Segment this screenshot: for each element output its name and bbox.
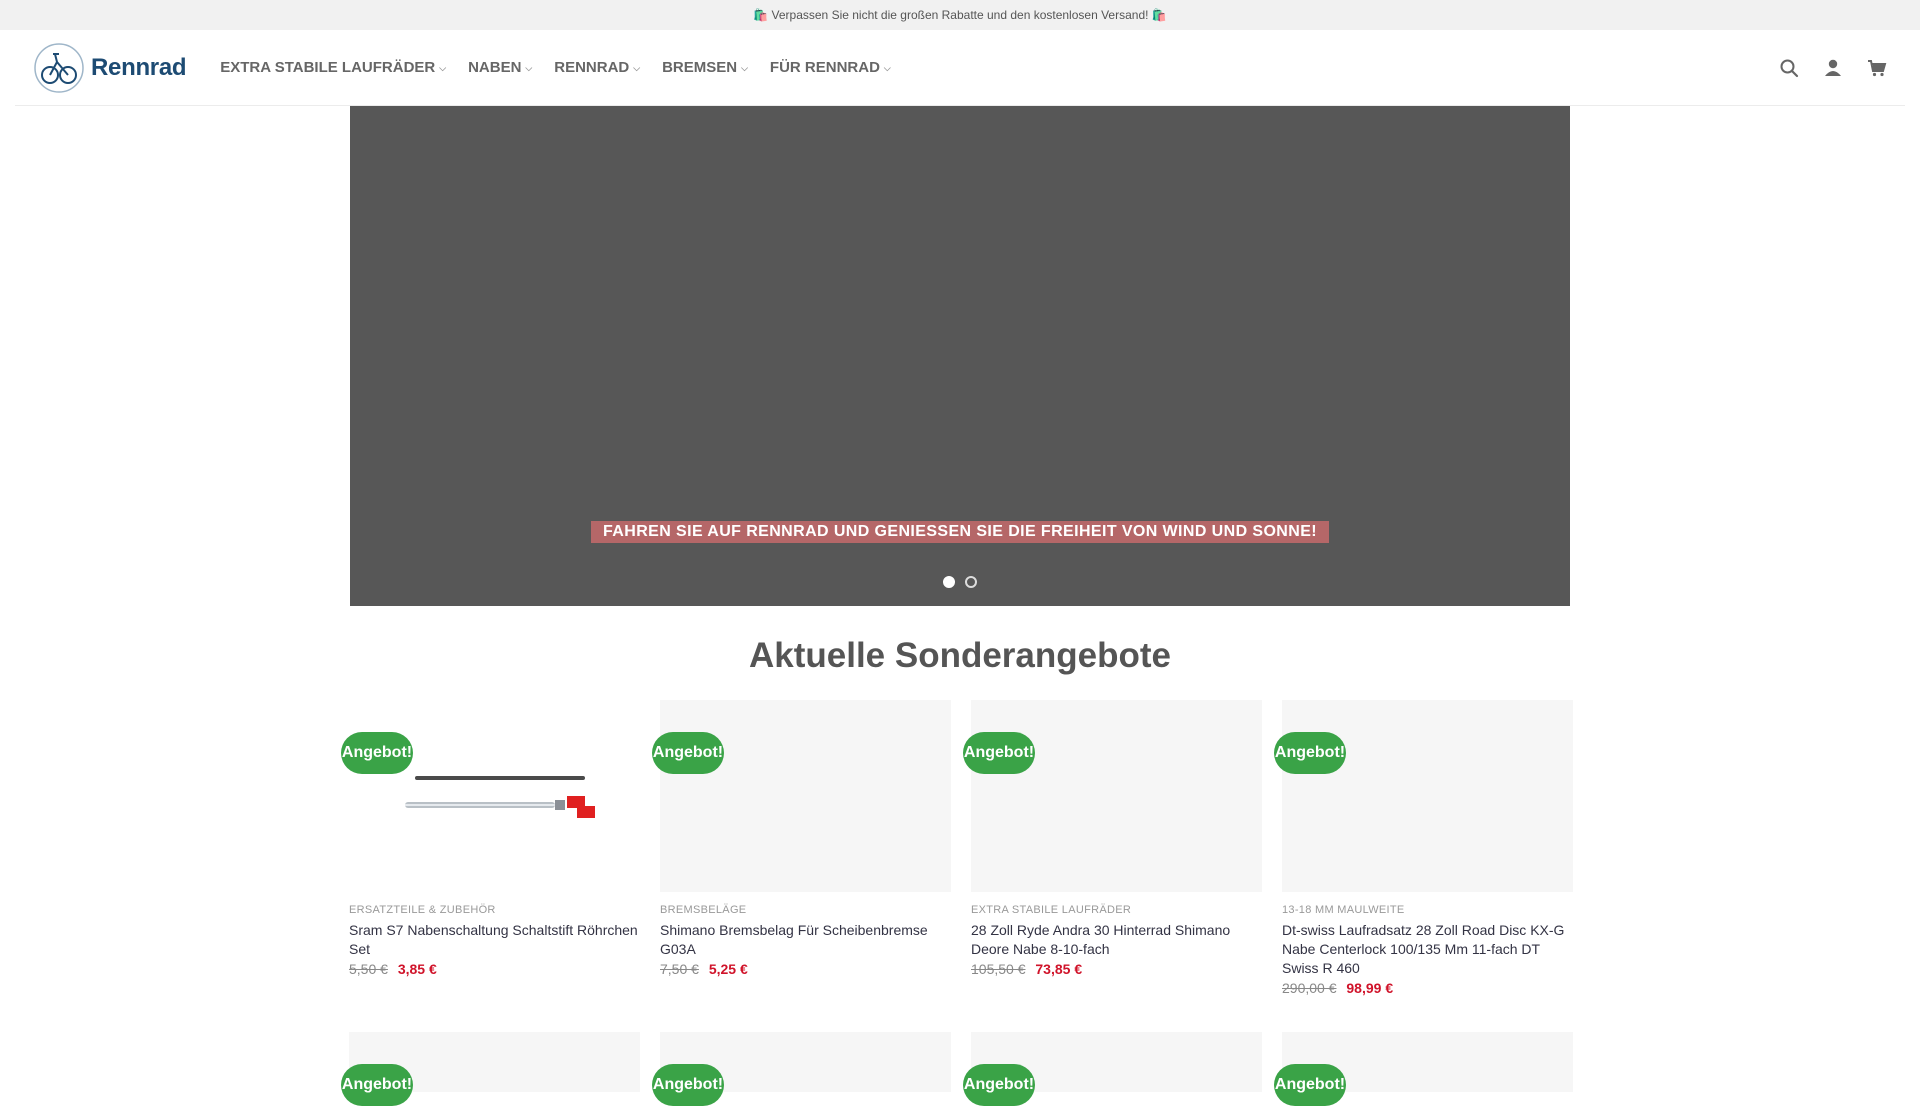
chevron-down-icon: ⌵	[741, 63, 748, 73]
product-image[interactable]	[971, 700, 1262, 892]
product-name[interactable]: Shimano Bremsbelag Für Scheibenbremse G0…	[660, 921, 951, 959]
main-nav: EXTRA STABILE LAUFRÄDER ⌵ NABEN ⌵ RENNRA…	[220, 59, 891, 76]
chevron-down-icon: ⌵	[525, 63, 533, 73]
logo-icon	[34, 42, 84, 93]
sale-badge: Angebot!	[652, 1064, 724, 1106]
product-card[interactable]: Angebot!	[341, 1032, 640, 1106]
nav-item-bremsen[interactable]: BREMSEN ⌵	[662, 59, 748, 76]
product-prices: 105,50 € 73,85 €	[971, 961, 1262, 977]
product-card[interactable]: Angebot!	[963, 1032, 1262, 1106]
product-grid: Angebot! ERSATZTEILE & ZUBEHÖR Sram S7 N…	[341, 700, 1573, 996]
slider-dot-1[interactable]	[943, 576, 955, 588]
site-header: Rennrad EXTRA STABILE LAUFRÄDER ⌵ NABEN …	[15, 30, 1905, 106]
old-price: 7,50 €	[660, 961, 699, 977]
product-category[interactable]: EXTRA STABILE LAUFRÄDER	[971, 904, 1262, 916]
product-image[interactable]	[660, 700, 951, 892]
product-prices: 7,50 € 5,25 €	[660, 961, 951, 977]
nav-item-fuer-rennrad[interactable]: FÜR RENNRAD ⌵	[770, 59, 891, 76]
sale-price: 98,99 €	[1346, 980, 1394, 996]
product-name[interactable]: Dt-swiss Laufradsatz 28 Zoll Road Disc K…	[1282, 921, 1573, 978]
sale-badge: Angebot!	[652, 732, 724, 774]
product-photo	[404, 776, 595, 818]
nav-item-naben[interactable]: NABEN ⌵	[468, 59, 532, 76]
product-name[interactable]: 28 Zoll Ryde Andra 30 Hinterrad Shimano …	[971, 921, 1262, 959]
product-prices: 290,00 € 98,99 €	[1282, 980, 1573, 996]
product-image[interactable]	[349, 700, 640, 892]
product-category[interactable]: ERSATZTEILE & ZUBEHÖR	[349, 904, 640, 916]
product-prices: 5,50 € 3,85 €	[349, 961, 640, 977]
cart-icon[interactable]	[1867, 58, 1887, 78]
product-grid-row-2: Angebot! Angebot! Angebot! Angebot!	[341, 1032, 1573, 1106]
chevron-down-icon: ⌵	[633, 63, 641, 73]
search-icon[interactable]	[1779, 58, 1799, 78]
logo-text: Rennrad	[91, 53, 187, 81]
sale-badge: Angebot!	[341, 1064, 413, 1106]
chevron-down-icon: ⌵	[439, 63, 447, 73]
product-card[interactable]: Angebot!	[1274, 1032, 1573, 1106]
hero-slider[interactable]: FAHREN SIE AUF RENNRAD UND GENIESSEN SIE…	[350, 106, 1570, 606]
section-title: Aktuelle Sonderangebote	[748, 636, 1172, 675]
sale-price: 5,25 €	[708, 961, 748, 977]
product-card[interactable]: Angebot!	[652, 1032, 951, 1106]
old-price: 290,00 €	[1282, 980, 1337, 996]
product-card[interactable]: Angebot! ERSATZTEILE & ZUBEHÖR Sram S7 N…	[341, 700, 640, 996]
product-card[interactable]: Angebot! 13-18 MM MAULWEITE Dt-swiss Lau…	[1274, 700, 1573, 996]
nav-item-label: NABEN	[468, 59, 522, 76]
user-icon[interactable]	[1823, 58, 1843, 78]
old-price: 105,50 €	[971, 961, 1026, 977]
product-card[interactable]: Angebot! BREMSBELÄGE Shimano Bremsbelag …	[652, 700, 951, 996]
product-category[interactable]: 13-18 MM MAULWEITE	[1282, 904, 1573, 916]
logo[interactable]: Rennrad	[33, 42, 187, 94]
nav-item-rennrad[interactable]: RENNRAD ⌵	[554, 59, 640, 76]
nav-item-label: EXTRA STABILE LAUFRÄDER	[220, 59, 436, 76]
nav-item-label: BREMSEN	[662, 59, 738, 76]
product-name[interactable]: Sram S7 Nabenschaltung Schaltstift Röhrc…	[349, 921, 640, 959]
header-icons	[1779, 58, 1887, 78]
sale-badge: Angebot!	[963, 732, 1035, 774]
promo-topbar: 🛍️ Verpassen Sie nicht die großen Rabatt…	[0, 0, 1920, 30]
product-category[interactable]: BREMSBELÄGE	[660, 904, 951, 916]
old-price: 5,50 €	[349, 961, 388, 977]
sale-price: 73,85 €	[1035, 961, 1083, 977]
promo-message: 🛍️ Verpassen Sie nicht die großen Rabatt…	[753, 8, 1167, 22]
sale-badge: Angebot!	[963, 1064, 1035, 1106]
sale-badge: Angebot!	[341, 732, 413, 774]
slider-dot-2[interactable]	[965, 576, 977, 588]
sale-badge: Angebot!	[1274, 1064, 1346, 1106]
product-image[interactable]	[1282, 700, 1573, 892]
sale-badge: Angebot!	[1274, 732, 1346, 774]
nav-item-label: FÜR RENNRAD	[769, 59, 880, 76]
slider-dots	[943, 576, 977, 588]
hero-caption: FAHREN SIE AUF RENNRAD UND GENIESSEN SIE…	[591, 521, 1329, 543]
product-card[interactable]: Angebot! EXTRA STABILE LAUFRÄDER 28 Zoll…	[963, 700, 1262, 996]
sale-price: 3,85 €	[397, 961, 437, 977]
nav-item-extra-stabile-laufraeder[interactable]: EXTRA STABILE LAUFRÄDER ⌵	[220, 59, 446, 76]
nav-item-label: RENNRAD	[554, 59, 630, 76]
chevron-down-icon: ⌵	[883, 63, 891, 73]
